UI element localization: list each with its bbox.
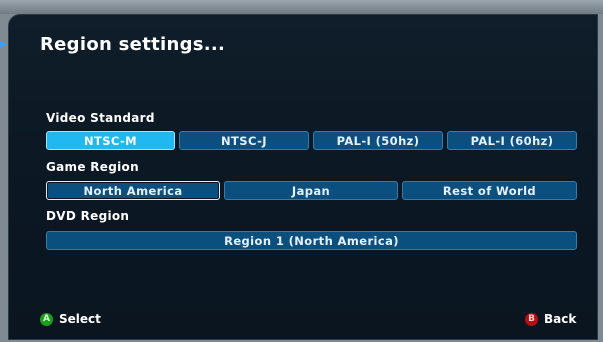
video-option-ntsc-j[interactable]: NTSC-J — [179, 131, 309, 150]
a-button-icon: A — [40, 313, 53, 326]
game-region-japan[interactable]: Japan — [224, 181, 398, 200]
video-option-ntsc-m[interactable]: NTSC-M — [46, 131, 175, 150]
video-option-pal-50hz[interactable]: PAL-I (50hz) — [313, 131, 443, 150]
region-settings-panel: Region settings... Video Standard NTSC-M… — [8, 14, 598, 340]
b-button-icon: B — [525, 313, 538, 326]
back-button[interactable]: B Back — [525, 311, 576, 327]
video-standard-label: Video Standard — [46, 111, 155, 125]
arrow-icon: ▸ — [0, 36, 8, 52]
select-label: Select — [59, 312, 101, 326]
dvd-region-label: DVD Region — [46, 209, 130, 223]
video-option-pal-60hz[interactable]: PAL-I (60hz) — [447, 131, 577, 150]
background-strip — [0, 0, 603, 14]
select-button[interactable]: A Select — [40, 311, 101, 327]
page-title: Region settings... — [40, 34, 226, 55]
back-label: Back — [544, 312, 577, 326]
game-region-north-america[interactable]: North America — [46, 181, 220, 200]
game-region-rest-of-world[interactable]: Rest of World — [402, 181, 577, 200]
dvd-region-selector[interactable]: Region 1 (North America) — [46, 231, 577, 250]
game-region-label: Game Region — [46, 160, 139, 174]
